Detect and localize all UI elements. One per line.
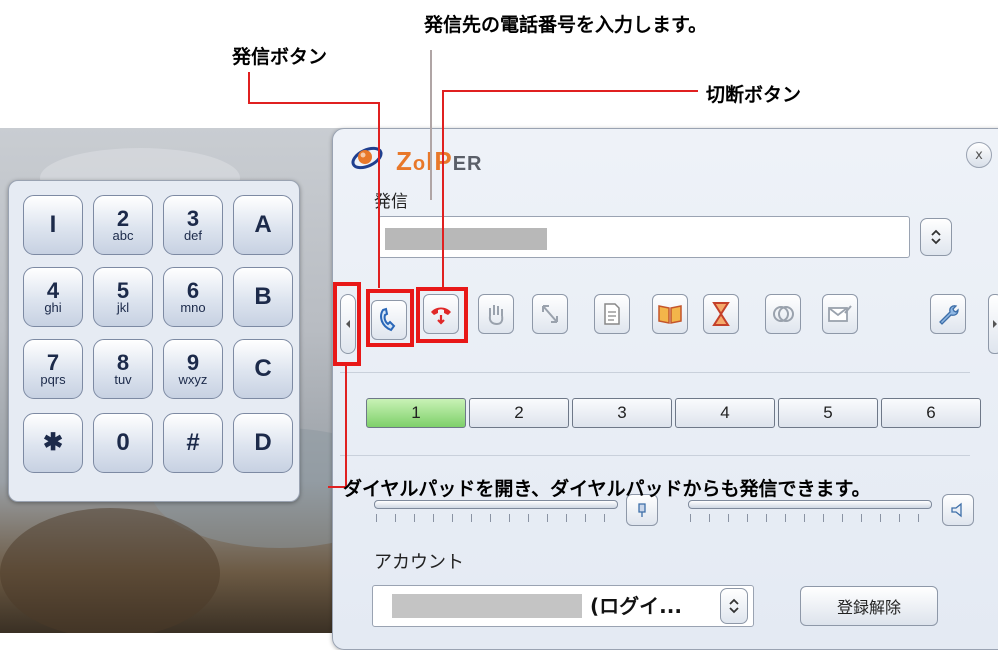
settings-wrench-icon bbox=[939, 305, 959, 325]
notes-button[interactable] bbox=[594, 294, 630, 334]
dialpad-key-9[interactable]: 9 wxyz bbox=[163, 339, 223, 399]
microphone-icon bbox=[638, 503, 646, 517]
dialpad-key-4[interactable]: 4 ghi bbox=[23, 267, 83, 327]
phone-number-redacted bbox=[385, 228, 547, 250]
speaker-icon bbox=[951, 502, 962, 518]
speaker-volume-slider[interactable] bbox=[688, 500, 932, 509]
call-button-callout: 発信ボタン bbox=[232, 46, 328, 68]
zoiper-logo-icon bbox=[351, 146, 383, 170]
unregister-button[interactable]: 登録解除 bbox=[800, 586, 938, 626]
phonebook-button[interactable] bbox=[652, 294, 688, 334]
close-button[interactable]: x bbox=[966, 142, 992, 168]
separator bbox=[340, 372, 970, 373]
speaker-volume-ticks bbox=[690, 514, 930, 522]
number-entry-callout: 発信先の電話番号を入力します。 bbox=[424, 14, 708, 36]
line-tab-4[interactable]: 4 bbox=[675, 398, 775, 428]
line-tab-2[interactable]: 2 bbox=[469, 398, 569, 428]
hangup-leader-v bbox=[442, 90, 444, 290]
mic-volume-slider[interactable] bbox=[374, 500, 618, 509]
hangup-leader-h bbox=[442, 90, 698, 92]
number-entry-leader bbox=[430, 50, 432, 200]
dialpad-key-7[interactable]: 7 pqrs bbox=[23, 339, 83, 399]
call-button-highlight bbox=[366, 289, 414, 347]
dialpad-key-1[interactable]: I bbox=[23, 195, 83, 255]
separator bbox=[340, 455, 970, 456]
message-icon bbox=[828, 305, 852, 322]
dialpad-leader-v bbox=[345, 366, 347, 488]
line-tab-6[interactable]: 6 bbox=[881, 398, 981, 428]
dialpad-key-star[interactable]: ✱ bbox=[23, 413, 83, 473]
hangup-button-callout: 切断ボタン bbox=[706, 84, 802, 106]
transfer-icon bbox=[542, 305, 558, 323]
chevron-right-icon bbox=[993, 320, 997, 328]
dialpad-key-8[interactable]: 8 tuv bbox=[93, 339, 153, 399]
dialpad-key-6[interactable]: 6 mno bbox=[163, 267, 223, 327]
mic-volume-ticks bbox=[376, 514, 616, 522]
account-select-spinner[interactable] bbox=[720, 588, 748, 624]
number-history-spinner[interactable] bbox=[920, 218, 952, 256]
dialpad-key-5[interactable]: 5 jkl bbox=[93, 267, 153, 327]
conference-icon bbox=[773, 306, 794, 322]
dialpad-window: I 2 abc 3 def A 4 ghi 5 jkl 6 mno B 7 pqrs 8 tu… bbox=[8, 180, 300, 502]
dialpad-key-c[interactable]: C bbox=[233, 339, 293, 399]
call-leader-h bbox=[248, 102, 380, 104]
updown-chevron-icon bbox=[729, 598, 739, 614]
dialpad-key-2[interactable]: 2 abc bbox=[93, 195, 153, 255]
zoiper-logo-text: ZoIPER bbox=[396, 146, 483, 176]
phonebook-icon bbox=[658, 305, 682, 324]
dialpad-key-b[interactable]: B bbox=[233, 267, 293, 327]
line-tab-3[interactable]: 3 bbox=[572, 398, 672, 428]
dialpad-key-hash[interactable]: # bbox=[163, 413, 223, 473]
dialpad-toggle-callout: ダイヤルパッドを開き、ダイヤルパッドからも発信できます。 bbox=[343, 478, 871, 500]
history-button[interactable] bbox=[703, 294, 739, 334]
account-status-text: (ログイ... bbox=[590, 594, 682, 618]
line-tab-1[interactable]: 1 bbox=[366, 398, 466, 428]
dialpad-key-a[interactable]: A bbox=[233, 195, 293, 255]
conference-button[interactable] bbox=[765, 294, 801, 334]
account-label: アカウント bbox=[374, 552, 464, 573]
dialpad-key-0[interactable]: 0 bbox=[93, 413, 153, 473]
account-name-redacted bbox=[392, 594, 582, 618]
updown-chevron-icon bbox=[931, 229, 941, 245]
toolbar-scroll-right[interactable] bbox=[988, 294, 998, 354]
speaker-button[interactable] bbox=[942, 494, 974, 526]
dialpad-key-3[interactable]: 3 def bbox=[163, 195, 223, 255]
notes-icon bbox=[604, 303, 620, 325]
hangup-button-highlight bbox=[416, 287, 468, 343]
hold-button[interactable] bbox=[478, 294, 514, 334]
dialpad-key-d[interactable]: D bbox=[233, 413, 293, 473]
call-leader-v1 bbox=[248, 72, 250, 104]
settings-button[interactable] bbox=[930, 294, 966, 334]
transfer-button[interactable] bbox=[532, 294, 568, 334]
line-tab-5[interactable]: 5 bbox=[778, 398, 878, 428]
history-hourglass-icon bbox=[712, 302, 730, 326]
hold-hand-icon bbox=[488, 305, 504, 326]
message-button[interactable] bbox=[822, 294, 858, 334]
call-leader-v2 bbox=[378, 102, 380, 288]
dialpad-toggle-highlight bbox=[333, 282, 361, 366]
